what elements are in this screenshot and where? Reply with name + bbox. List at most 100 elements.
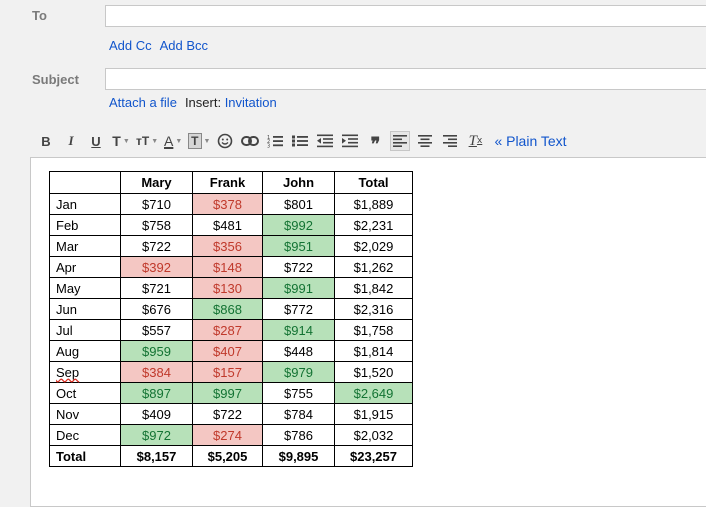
total-value-cell: $23,257 xyxy=(334,445,413,467)
month-cell: Dec xyxy=(49,424,121,446)
value-cell: $2,032 xyxy=(334,424,413,446)
value-cell: $755 xyxy=(262,382,335,404)
table-row: Oct $897 $997 $755 $2,649 xyxy=(49,382,413,404)
value-cell: $992 xyxy=(262,214,335,236)
header-cell xyxy=(49,171,121,194)
table-row: Jan $710 $378 $801 $1,889 xyxy=(49,193,413,215)
header-cell: Total xyxy=(334,171,413,194)
value-cell: $157 xyxy=(192,361,263,383)
formatting-toolbar: B I U T ▼ тT ▼ A ▼ T ▼ 123 ❞ Tx « Plain Text xyxy=(36,130,567,154)
text-size-icon[interactable]: тT ▼ xyxy=(136,131,158,151)
table-row: Apr $392 $148 $722 $1,262 xyxy=(49,256,413,278)
value-cell: $1,520 xyxy=(334,361,413,383)
value-cell: $784 xyxy=(262,403,335,425)
month-cell: Aug xyxy=(49,340,121,362)
value-cell: $557 xyxy=(120,319,193,341)
value-cell: $722 xyxy=(192,403,263,425)
invitation-link[interactable]: Invitation xyxy=(225,95,277,110)
value-cell: $676 xyxy=(120,298,193,320)
value-cell: $448 xyxy=(262,340,335,362)
indent-less-icon[interactable] xyxy=(315,131,335,151)
value-cell: $772 xyxy=(262,298,335,320)
text-color-icon[interactable]: A ▼ xyxy=(163,131,183,151)
table-row: May $721 $130 $991 $1,842 xyxy=(49,277,413,299)
emoji-icon[interactable] xyxy=(215,131,235,151)
font-icon[interactable]: T ▼ xyxy=(111,131,131,151)
svg-text:3: 3 xyxy=(267,144,270,149)
value-cell: $2,231 xyxy=(334,214,413,236)
header-cell: John xyxy=(262,171,335,194)
value-cell: $2,316 xyxy=(334,298,413,320)
table-row: Sep $384 $157 $979 $1,520 xyxy=(49,361,413,383)
align-center-icon[interactable] xyxy=(415,131,435,151)
value-cell: $1,758 xyxy=(334,319,413,341)
value-cell: $979 xyxy=(262,361,335,383)
value-cell: $786 xyxy=(262,424,335,446)
month-cell: Jun xyxy=(49,298,121,320)
value-cell: $407 xyxy=(192,340,263,362)
value-cell: $148 xyxy=(192,256,263,278)
align-left-icon[interactable] xyxy=(390,131,411,151)
month-cell: May xyxy=(49,277,121,299)
value-cell: $1,842 xyxy=(334,277,413,299)
bold-icon[interactable]: B xyxy=(36,131,56,151)
value-cell: $801 xyxy=(262,193,335,215)
italic-icon[interactable]: I xyxy=(61,131,81,151)
table-header-row: Mary Frank John Total xyxy=(49,171,413,194)
month-cell: Jan xyxy=(49,193,121,215)
highlight-icon[interactable]: T ▼ xyxy=(188,131,210,151)
value-cell: $758 xyxy=(120,214,193,236)
add-bcc-link[interactable]: Add Bcc xyxy=(160,38,208,53)
month-cell: Oct xyxy=(49,382,121,404)
message-body-editor[interactable]: Mary Frank John Total Jan $710 $378 $801 $1,… xyxy=(30,157,706,507)
subject-field[interactable] xyxy=(105,68,706,90)
header-cell: Mary xyxy=(120,171,193,194)
subject-label: Subject xyxy=(32,72,79,87)
link-icon[interactable] xyxy=(240,131,260,151)
month-cell: Mar xyxy=(49,235,121,257)
attach-row: Attach a file Insert: Invitation xyxy=(109,95,277,110)
value-cell: $409 xyxy=(120,403,193,425)
add-cc-link[interactable]: Add Cc xyxy=(109,38,152,53)
value-cell: $2,029 xyxy=(334,235,413,257)
align-right-icon[interactable] xyxy=(440,131,460,151)
table-total-row: Total $8,157 $5,205 $9,895 $23,257 xyxy=(49,445,413,467)
value-cell: $959 xyxy=(120,340,193,362)
value-cell: $1,262 xyxy=(334,256,413,278)
value-cell: $710 xyxy=(120,193,193,215)
remove-formatting-icon[interactable]: Tx xyxy=(465,131,485,151)
bulleted-list-icon[interactable] xyxy=(290,131,310,151)
underline-icon[interactable]: U xyxy=(86,131,106,151)
total-label-cell: Total xyxy=(49,445,121,467)
value-cell: $951 xyxy=(262,235,335,257)
month-cell: Feb xyxy=(49,214,121,236)
month-cell: Sep xyxy=(49,361,121,383)
value-cell: $1,814 xyxy=(334,340,413,362)
value-cell: $1,889 xyxy=(334,193,413,215)
value-cell: $722 xyxy=(120,235,193,257)
table-row: Nov $409 $722 $784 $1,915 xyxy=(49,403,413,425)
value-cell: $997 xyxy=(192,382,263,404)
table-row: Feb $758 $481 $992 $2,231 xyxy=(49,214,413,236)
value-cell: $897 xyxy=(120,382,193,404)
month-cell: Apr xyxy=(49,256,121,278)
value-cell: $1,915 xyxy=(334,403,413,425)
table-row: Mar $722 $356 $951 $2,029 xyxy=(49,235,413,257)
value-cell: $868 xyxy=(192,298,263,320)
value-cell: $274 xyxy=(192,424,263,446)
table-row: Jun $676 $868 $772 $2,316 xyxy=(49,298,413,320)
plain-text-link[interactable]: « Plain Text xyxy=(494,133,566,149)
value-cell: $356 xyxy=(192,235,263,257)
numbered-list-icon[interactable]: 123 xyxy=(265,131,285,151)
insert-label: Insert: xyxy=(184,95,222,110)
to-field[interactable] xyxy=(105,5,706,27)
total-value-cell: $5,205 xyxy=(192,445,263,467)
quote-icon[interactable]: ❞ xyxy=(365,131,385,154)
value-cell: $287 xyxy=(192,319,263,341)
indent-more-icon[interactable] xyxy=(340,131,360,151)
header-cell: Frank xyxy=(192,171,263,194)
value-cell: $130 xyxy=(192,277,263,299)
total-value-cell: $8,157 xyxy=(120,445,193,467)
attach-file-link[interactable]: Attach a file xyxy=(109,95,177,110)
table-row: Jul $557 $287 $914 $1,758 xyxy=(49,319,413,341)
